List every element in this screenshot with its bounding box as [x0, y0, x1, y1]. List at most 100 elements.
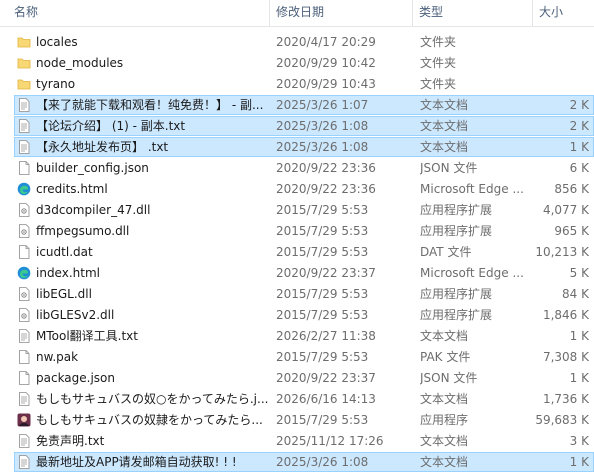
file-type: 文件夹 — [420, 56, 457, 70]
file-row[interactable]: d3dcompiler_47.dll 2015/7/29 5:53 应用程序扩展 4,… — [0, 200, 594, 221]
file-type: 应用程序 — [420, 413, 469, 427]
file-date: 2020/9/22 23:36 — [276, 161, 376, 175]
file-size: 6 K — [569, 161, 589, 175]
file-date: 2015/7/29 5:53 — [276, 287, 369, 301]
blank-file-icon — [17, 350, 31, 364]
file-type: 应用程序扩展 — [420, 308, 493, 322]
file-name: package.json — [36, 371, 116, 385]
file-date: 2025/3/26 1:07 — [276, 98, 369, 112]
file-date: 2020/9/29 10:43 — [276, 77, 376, 91]
file-name: 【来了就能下载和观看！纯免费！】 - 副... — [36, 98, 264, 112]
file-type: 应用程序扩展 — [420, 287, 493, 301]
file-type: 文件夹 — [420, 77, 457, 91]
file-row[interactable]: builder_config.json 2020/9/22 23:36 JSON 文… — [0, 158, 594, 179]
file-size: 965 K — [554, 224, 589, 238]
file-type: 文本文档 — [420, 329, 469, 343]
file-size: 7,308 K — [542, 350, 589, 364]
file-row[interactable]: index.html 2020/9/22 23:37 Microsoft Edge … — [0, 263, 594, 284]
file-size: 84 K — [562, 287, 589, 301]
dll-file-icon — [17, 203, 31, 217]
file-size: 856 K — [554, 182, 589, 196]
column-header-date[interactable]: 修改日期 — [270, 0, 413, 26]
sort-ascending-icon: ⌃ — [134, 0, 142, 6]
file-size: 3 K — [569, 434, 589, 448]
file-row[interactable]: nw.pak 2015/7/29 5:53 PAK 文件 7,308 K — [0, 347, 594, 368]
file-row[interactable]: 免责声明.txt 2025/11/12 17:26 文本文档 3 K — [0, 431, 594, 452]
file-type: 文本文档 — [420, 392, 469, 406]
app-icon — [17, 413, 31, 427]
file-name: icudtl.dat — [36, 245, 93, 259]
file-row[interactable]: 【论坛介绍】 (1) - 副本.txt 2025/3/26 1:08 文本文档 2 K — [0, 116, 594, 137]
file-type: 文本文档 — [420, 98, 469, 112]
file-type: 文本文档 — [420, 140, 469, 154]
file-size: 1,846 K — [542, 308, 589, 322]
file-name: locales — [36, 35, 78, 49]
file-date: 2015/7/29 5:53 — [276, 245, 369, 259]
file-date: 2020/4/17 20:29 — [276, 35, 376, 49]
file-size: 1 K — [569, 371, 589, 385]
edge-icon — [17, 182, 31, 196]
file-size: 1,736 K — [542, 392, 589, 406]
file-name: libEGL.dll — [36, 287, 92, 301]
folder-icon — [17, 77, 31, 91]
file-date: 2015/7/29 5:53 — [276, 203, 369, 217]
file-row[interactable]: もしもサキュバスの奴○をかってみたら.j... 2026/6/16 14:13 文本… — [0, 389, 594, 410]
file-name: index.html — [36, 266, 100, 280]
file-row[interactable]: node_modules 2020/9/29 10:42 文件夹 — [0, 53, 594, 74]
file-name: node_modules — [36, 56, 124, 70]
file-row[interactable]: tyrano 2020/9/29 10:43 文件夹 — [0, 74, 594, 95]
file-row[interactable]: ffmpegsumo.dll 2015/7/29 5:53 应用程序扩展 965 K — [0, 221, 594, 242]
file-name: もしもサキュバスの奴隷をかってみたら... — [36, 413, 263, 427]
file-size: 2 K — [569, 119, 589, 133]
folder-icon — [17, 35, 31, 49]
file-type: 文本文档 — [420, 119, 469, 133]
file-size: 1 K — [569, 140, 589, 154]
text-file-icon — [17, 434, 31, 448]
file-row[interactable]: もしもサキュバスの奴隷をかってみたら... 2015/7/29 5:53 应用程序 5… — [0, 410, 594, 431]
file-date: 2026/6/16 14:13 — [276, 392, 376, 406]
file-size: 2 K — [569, 98, 589, 112]
file-row[interactable]: icudtl.dat 2015/7/29 5:53 DAT 文件 10,213 K — [0, 242, 594, 263]
file-date: 2015/7/29 5:53 — [276, 224, 369, 238]
file-type: 文本文档 — [420, 434, 469, 448]
file-row[interactable]: locales 2020/4/17 20:29 文件夹 — [0, 32, 594, 53]
file-name: もしもサキュバスの奴○をかってみたら.j... — [36, 392, 268, 406]
file-row[interactable]: MTool翻译工具.txt 2026/2/27 11:38 文本文档 1 K — [0, 326, 594, 347]
file-row[interactable]: libEGL.dll 2015/7/29 5:53 应用程序扩展 84 K — [0, 284, 594, 305]
file-date: 2025/11/12 17:26 — [276, 434, 384, 448]
file-date: 2015/7/29 5:53 — [276, 413, 369, 427]
file-name: MTool翻译工具.txt — [36, 329, 138, 343]
file-row[interactable]: 【永久地址发布页】 .txt 2025/3/26 1:08 文本文档 1 K — [0, 137, 594, 158]
file-name: builder_config.json — [36, 161, 149, 175]
text-file-icon — [17, 455, 31, 469]
file-type: 应用程序扩展 — [420, 224, 493, 238]
file-name: 【永久地址发布页】 .txt — [36, 140, 169, 154]
file-row[interactable]: credits.html 2020/9/22 23:36 Microsoft Edg… — [0, 179, 594, 200]
text-file-icon — [17, 98, 31, 112]
file-date: 2025/3/26 1:08 — [276, 140, 369, 154]
file-date: 2015/7/29 5:53 — [276, 350, 369, 364]
file-row[interactable]: libGLESv2.dll 2015/7/29 5:53 应用程序扩展 1,846 K — [0, 305, 594, 326]
file-row[interactable]: package.json 2020/9/22 23:37 JSON 文件 1 K — [0, 368, 594, 389]
file-row[interactable]: 【来了就能下载和观看！纯免费！】 - 副... 2025/3/26 1:07 文本文… — [0, 95, 594, 116]
edge-icon — [17, 266, 31, 280]
dll-file-icon — [17, 308, 31, 322]
file-type: 应用程序扩展 — [420, 203, 493, 217]
json-file-icon — [17, 371, 31, 385]
file-date: 2015/7/29 5:53 — [276, 308, 369, 322]
file-name: 【论坛介绍】 (1) - 副本.txt — [36, 119, 186, 133]
column-header-bar: 名称 ⌃ 修改日期 类型 大小 — [0, 0, 594, 27]
file-type: DAT 文件 — [420, 245, 472, 259]
column-header-type[interactable]: 类型 — [413, 0, 533, 26]
file-type: JSON 文件 — [420, 161, 478, 175]
file-date: 2025/3/26 1:08 — [276, 119, 369, 133]
dll-file-icon — [17, 224, 31, 238]
dll-file-icon — [17, 287, 31, 301]
file-date: 2020/9/22 23:37 — [276, 266, 376, 280]
file-name: libGLESv2.dll — [36, 308, 115, 322]
file-date: 2020/9/22 23:36 — [276, 182, 376, 196]
blank-file-icon — [17, 245, 31, 259]
file-type: Microsoft Edge ... — [420, 182, 524, 196]
file-size: 1 K — [569, 329, 589, 343]
column-header-size[interactable]: 大小 — [533, 0, 594, 26]
